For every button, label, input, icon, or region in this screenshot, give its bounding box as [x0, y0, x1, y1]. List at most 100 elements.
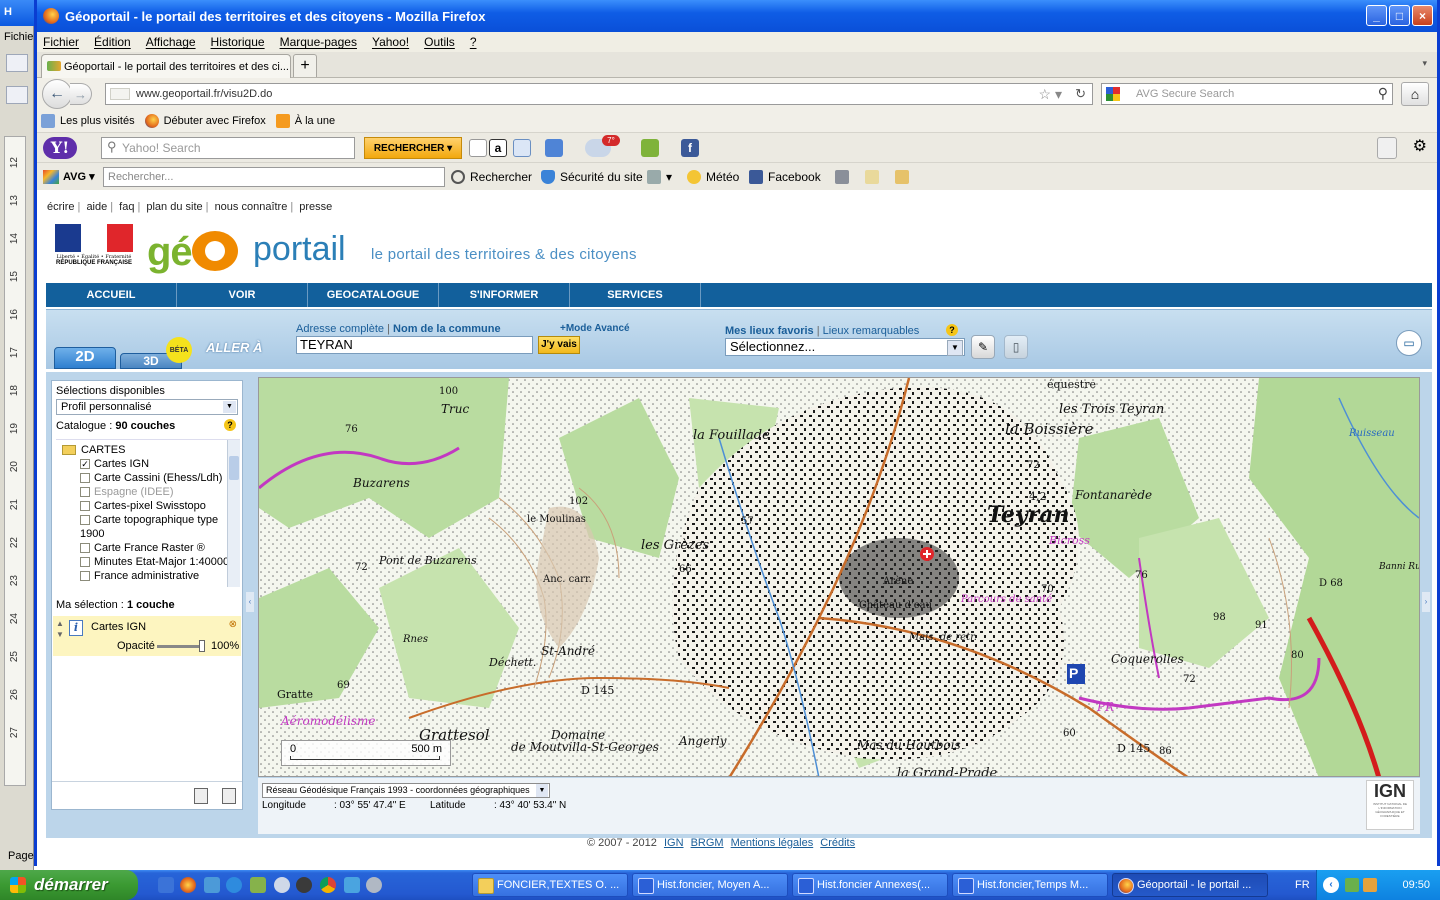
calculator-button[interactable]	[835, 170, 854, 184]
scrollbar-thumb[interactable]	[229, 456, 239, 480]
geoportail-logo[interactable]: gé	[147, 230, 238, 275]
windows-media-icon[interactable]	[204, 877, 220, 893]
save-icon[interactable]	[194, 788, 208, 804]
url-bar[interactable]: www.geoportail.fr/visu2D.do ☆ ▾ ↻	[105, 83, 1093, 105]
layer-item[interactable]: Carte Cassini (Ehess/Ldh)	[80, 472, 222, 484]
reload-icon[interactable]: ↻	[1075, 86, 1086, 102]
remove-layer-icon[interactable]: ⊗	[229, 619, 237, 630]
media-player-icon[interactable]	[274, 877, 290, 893]
minimize-button[interactable]: _	[1366, 5, 1387, 26]
layer-item[interactable]: Carte topographique type	[80, 514, 218, 526]
link-presse[interactable]: presse	[299, 201, 332, 213]
taskbar-item[interactable]: FONCIER,TEXTES O. ...	[472, 873, 628, 897]
link-lieux-remarquables[interactable]: Lieux remarquables	[823, 325, 920, 337]
search-icon[interactable]: ⚲	[1378, 85, 1388, 102]
tab-geoportail[interactable]: Géoportail - le portail des territoires …	[41, 54, 291, 78]
show-desktop-icon[interactable]	[158, 877, 174, 893]
footer-link-ign[interactable]: IGN	[664, 837, 684, 849]
layer-checkbox[interactable]	[80, 515, 90, 525]
facebook-icon[interactable]: f	[681, 139, 699, 157]
tab-2d[interactable]: 2D	[54, 347, 116, 369]
layer-checkbox[interactable]	[80, 501, 90, 511]
layer-tree-scrollbar[interactable]	[227, 440, 240, 587]
add-favorite-button[interactable]: ✎	[971, 335, 995, 359]
avg-search-button[interactable]: Rechercher	[451, 170, 532, 184]
layer-checkbox[interactable]	[80, 557, 90, 567]
firefox-quicklaunch-icon[interactable]	[180, 877, 196, 893]
folder-cartes[interactable]: CARTES	[62, 444, 125, 456]
camera-icon[interactable]	[296, 877, 312, 893]
jy-vais-button[interactable]: J'y vais	[538, 336, 580, 354]
link-plan-du-site[interactable]: plan du site	[146, 201, 202, 213]
new-tab-button[interactable]: +	[293, 54, 317, 77]
layer-item[interactable]: Carte France Raster ®	[80, 542, 205, 554]
fullscreen-button[interactable]: ▭	[1396, 330, 1422, 356]
menu-marque-pages[interactable]: Marque-pages	[280, 35, 357, 49]
address-search-input[interactable]: TEYRAN	[296, 336, 533, 354]
tray-security-icon[interactable]	[1363, 878, 1377, 892]
games-icon[interactable]	[641, 139, 659, 157]
bookmark-latest-headlines[interactable]: À la une	[275, 114, 335, 128]
avg-trash-button[interactable]: ▾	[647, 170, 672, 184]
move-down-icon[interactable]: ▼	[56, 630, 64, 639]
menu-yahoo[interactable]: Yahoo!	[372, 35, 409, 49]
link-nous-connaitre[interactable]: nous connaître	[215, 201, 288, 213]
nav-geocatalogue[interactable]: GEOCATALOGUE	[308, 283, 439, 307]
browser-search-input[interactable]: AVG Secure Search ⚲	[1101, 83, 1393, 105]
avg-site-safety-button[interactable]: Sécurité du site	[541, 170, 643, 184]
messenger-icon[interactable]	[250, 877, 266, 893]
trash-icon[interactable]	[222, 788, 236, 804]
catalogue-help-icon[interactable]: ?	[224, 419, 236, 431]
network-icon[interactable]	[344, 877, 360, 893]
ign-logo[interactable]: IGN INSTITUT NATIONAL DE L'INFORMATION G…	[1366, 780, 1414, 830]
layer-checkbox[interactable]	[80, 487, 90, 497]
layer-item[interactable]: Minutes Etat-Major 1:40000	[80, 556, 229, 568]
chrome-icon[interactable]	[320, 877, 336, 893]
start-button[interactable]: démarrer	[0, 870, 138, 900]
chat-button[interactable]	[895, 170, 914, 184]
notepad-button[interactable]	[865, 170, 884, 184]
collapse-right-panel-arrow[interactable]: ›	[1422, 592, 1430, 612]
forward-button[interactable]: →	[70, 83, 92, 105]
link-ecrire[interactable]: écrire	[47, 201, 75, 213]
taskbar-item[interactable]: Hist.foncier, Moyen A...	[632, 873, 788, 897]
site-identity-icon[interactable]	[110, 88, 130, 100]
logo-portail-text[interactable]: portail	[253, 230, 346, 269]
pin-icon[interactable]	[469, 139, 487, 157]
avg-weather-button[interactable]: Météo	[687, 170, 739, 184]
active-layer-cartes-ign[interactable]: ▲ ▼ i Cartes IGN ⊗ Opacité 100%	[53, 616, 241, 656]
background-window-title[interactable]: H	[0, 0, 34, 26]
menu-help[interactable]: ?	[470, 35, 477, 49]
link-mes-lieux-favoris[interactable]: Mes lieux favoris	[725, 325, 814, 337]
settings-icon[interactable]	[366, 877, 382, 893]
menu-affichage[interactable]: Affichage	[146, 35, 196, 49]
bookmark-star-icon[interactable]: ☆ ▾	[1039, 86, 1062, 103]
footer-link-mentions-legales[interactable]: Mentions légales	[731, 837, 814, 849]
opacity-slider[interactable]	[157, 645, 205, 648]
link-adresse-complete[interactable]: Adresse complète	[296, 323, 384, 335]
delete-favorite-button[interactable]: ▯	[1004, 335, 1028, 359]
menu-outils[interactable]: Outils	[424, 35, 455, 49]
layer-checkbox[interactable]	[80, 571, 90, 581]
opacity-slider-knob[interactable]	[199, 640, 205, 652]
tab-list-icon[interactable]: ▾	[1422, 58, 1427, 69]
window-titlebar[interactable]: Géoportail - le portail des territoires …	[37, 0, 1437, 32]
avg-logo[interactable]: AVG ▾	[43, 169, 95, 184]
layer-checkbox[interactable]: ✓	[80, 459, 90, 469]
background-window[interactable]: H Fichie 12 13 14 15 16 17 18 19 20 21 22 23 24 25 26 2…	[0, 0, 34, 870]
layer-checkbox[interactable]	[80, 543, 90, 553]
yahoo-logo[interactable]: Y!	[43, 136, 77, 159]
footer-link-credits[interactable]: Crédits	[820, 837, 855, 849]
footer-link-brgm[interactable]: BRGM	[691, 837, 724, 849]
link-nom-commune[interactable]: Nom de la commune	[393, 323, 501, 335]
bookmark-getting-started[interactable]: Débuter avec Firefox	[144, 114, 266, 128]
news-icon[interactable]	[513, 139, 531, 157]
internet-explorer-icon[interactable]	[226, 877, 242, 893]
layer-item[interactable]: France administrative	[80, 570, 199, 582]
nav-accueil[interactable]: ACCUEIL	[46, 283, 177, 307]
tool-icon[interactable]	[6, 86, 28, 104]
menu-fichier[interactable]: Fichier	[43, 35, 79, 49]
taskbar-item[interactable]: Hist.foncier Annexes(...	[792, 873, 948, 897]
nav-services[interactable]: SERVICES	[570, 283, 701, 307]
profile-select[interactable]: Profil personnalisé	[56, 399, 238, 415]
